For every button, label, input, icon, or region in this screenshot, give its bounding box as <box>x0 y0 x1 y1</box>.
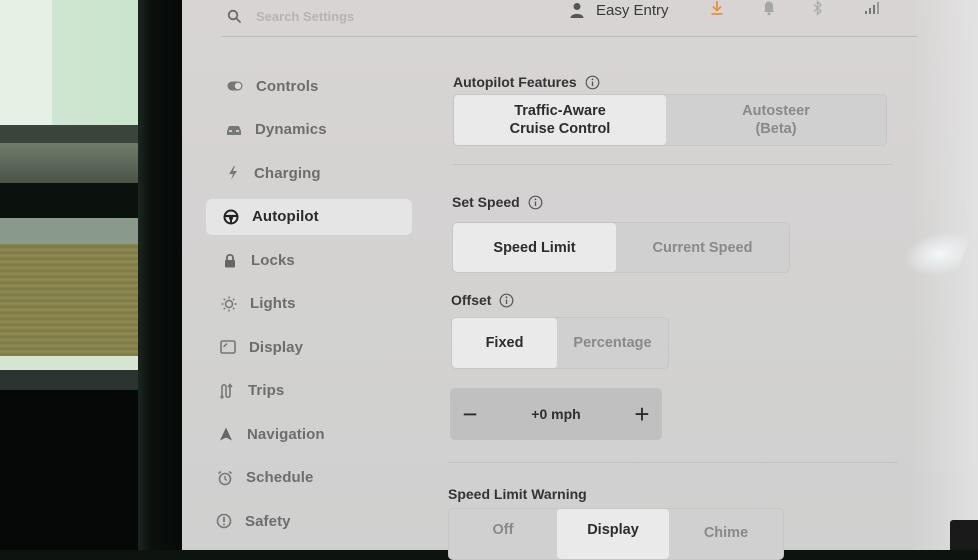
top-bar-divider <box>222 36 918 37</box>
offset-stepper: − +0 mph + <box>450 388 662 440</box>
sidebar-item-dynamics[interactable]: Dynamics <box>209 112 418 148</box>
bluetooth-icon[interactable] <box>812 0 824 16</box>
settings-screen: Easy Entry Controls <box>182 0 978 560</box>
speed-limit-warning-selector: Off Display Chime <box>448 508 784 560</box>
sidebar-item-label: Navigation <box>247 425 325 443</box>
car-icon <box>225 122 243 138</box>
set-speed-title: Set Speed <box>452 194 543 210</box>
decrement-button[interactable]: − <box>450 394 490 434</box>
section-label: Speed Limit Warning <box>448 486 587 502</box>
info-icon[interactable] <box>585 75 600 90</box>
lock-icon <box>221 252 239 268</box>
section-label: Offset <box>451 292 492 308</box>
option-display[interactable]: Display <box>557 509 669 559</box>
offset-type-selector: Fixed Percentage <box>451 317 669 369</box>
alarm-clock-icon <box>216 470 234 486</box>
car-interior-background <box>0 0 150 550</box>
sidebar-item-autopilot[interactable]: Autopilot <box>206 198 412 235</box>
sun-icon <box>220 296 238 312</box>
option-traffic-aware-cruise-control[interactable]: Traffic-Aware Cruise Control <box>454 95 666 145</box>
sidebar-item-label: Charging <box>254 164 321 182</box>
settings-sidebar: Controls Dynamics Charging Autopilot Loc… <box>205 68 418 547</box>
sidebar-item-navigation[interactable]: Navigation <box>201 416 418 452</box>
sidebar-item-label: Display <box>249 338 304 356</box>
section-label: Autopilot Features <box>453 74 577 90</box>
sidebar-item-safety[interactable]: Safety <box>199 503 418 539</box>
sidebar-item-locks[interactable]: Locks <box>205 242 418 278</box>
offset-title: Offset <box>451 292 514 308</box>
speed-limit-warning-title: Speed Limit Warning <box>448 486 587 502</box>
screen-edge <box>950 520 978 550</box>
sidebar-item-display[interactable]: Display <box>203 329 418 365</box>
top-bar: Easy Entry <box>182 0 978 38</box>
option-current-speed[interactable]: Current Speed <box>616 223 789 272</box>
download-icon[interactable] <box>710 0 724 16</box>
sidebar-item-label: Locks <box>251 251 295 269</box>
bell-icon[interactable] <box>762 0 776 16</box>
info-icon[interactable] <box>499 293 514 308</box>
toggle-icon <box>226 78 244 94</box>
option-autosteer-beta[interactable]: Autosteer (Beta) <box>666 95 886 145</box>
screen-bezel <box>138 0 186 550</box>
autopilot-features-selector: Traffic-Aware Cruise Control Autosteer (… <box>453 94 887 146</box>
sidebar-item-label: Controls <box>256 77 319 95</box>
sidebar-item-label: Dynamics <box>255 121 327 138</box>
option-fixed[interactable]: Fixed <box>452 318 557 368</box>
sidebar-item-label: Safety <box>245 512 291 530</box>
display-icon <box>219 339 237 355</box>
sidebar-item-lights[interactable]: Lights <box>204 286 418 322</box>
sidebar-item-label: Autopilot <box>252 208 319 225</box>
driver-profile[interactable]: Easy Entry <box>570 0 669 20</box>
sidebar-item-trips[interactable]: Trips <box>202 373 418 409</box>
offset-value: +0 mph <box>531 406 581 422</box>
alert-circle-icon <box>215 513 233 529</box>
sidebar-item-label: Schedule <box>246 469 314 486</box>
option-chime[interactable]: Chime <box>669 509 783 559</box>
navigation-arrow-icon <box>217 426 235 442</box>
sidebar-item-label: Trips <box>248 382 285 399</box>
steering-wheel-icon <box>222 209 240 225</box>
section-divider <box>453 164 893 165</box>
profile-name: Easy Entry <box>596 1 669 19</box>
increment-button[interactable]: + <box>622 394 662 434</box>
set-speed-selector: Speed Limit Current Speed <box>452 222 790 273</box>
search-icon[interactable] <box>227 9 241 23</box>
sidebar-item-controls[interactable]: Controls <box>210 68 418 104</box>
search-input[interactable] <box>256 6 456 26</box>
section-label: Set Speed <box>452 194 520 210</box>
section-divider <box>448 462 898 463</box>
option-percentage[interactable]: Percentage <box>557 318 668 368</box>
lte-signal-icon <box>865 2 879 14</box>
option-off[interactable]: Off <box>449 509 557 559</box>
autopilot-features-title: Autopilot Features <box>453 74 600 90</box>
sidebar-item-schedule[interactable]: Schedule <box>200 460 418 496</box>
option-speed-limit[interactable]: Speed Limit <box>453 223 616 272</box>
trips-icon <box>218 382 236 399</box>
info-icon[interactable] <box>528 195 543 210</box>
sidebar-item-charging[interactable]: Charging <box>208 155 418 191</box>
person-icon <box>570 3 584 18</box>
lightning-icon <box>224 165 242 181</box>
sidebar-item-label: Lights <box>250 295 296 312</box>
